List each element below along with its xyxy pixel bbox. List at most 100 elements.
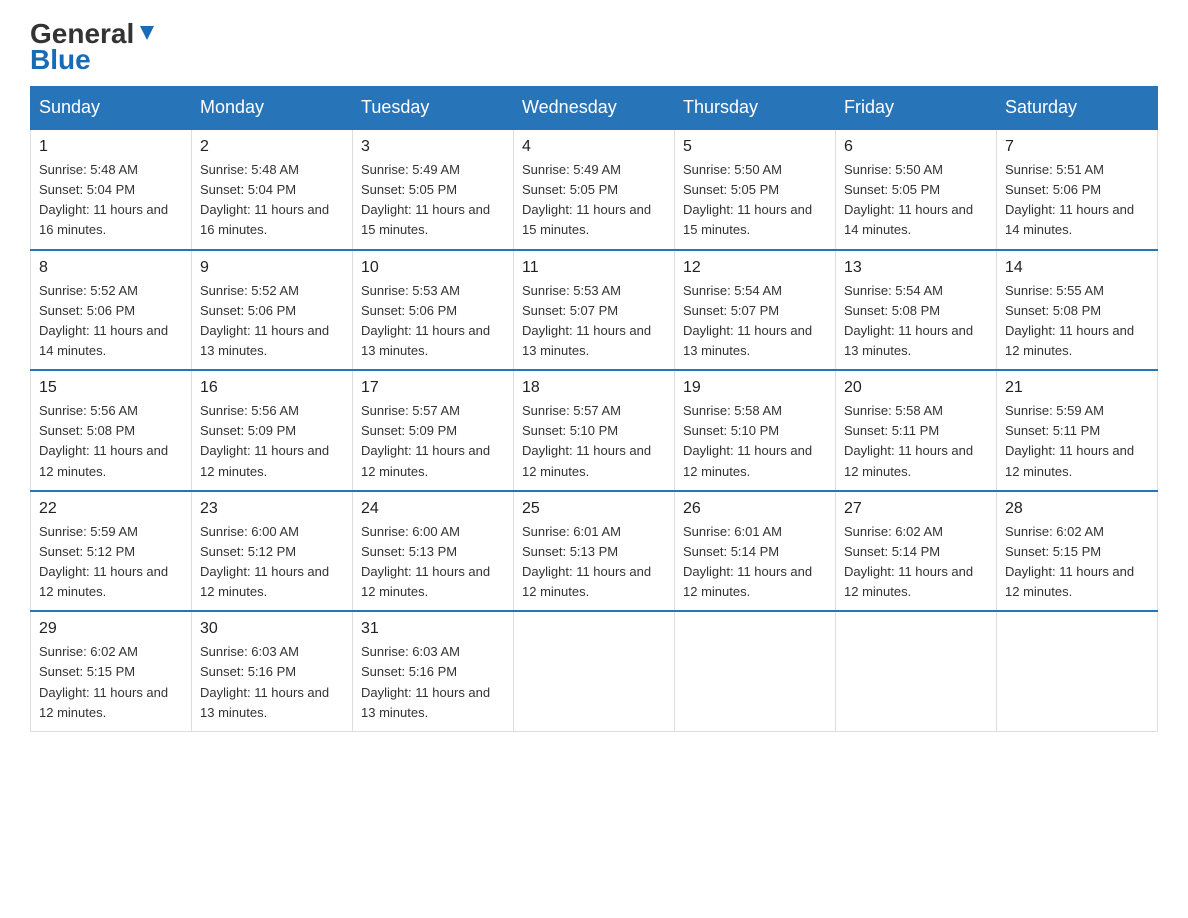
day-cell: 18 Sunrise: 5:57 AM Sunset: 5:10 PM Dayl… xyxy=(514,370,675,491)
day-cell: 11 Sunrise: 5:53 AM Sunset: 5:07 PM Dayl… xyxy=(514,250,675,371)
day-number: 20 xyxy=(844,379,988,397)
day-number: 15 xyxy=(39,379,183,397)
day-cell: 13 Sunrise: 5:54 AM Sunset: 5:08 PM Dayl… xyxy=(836,250,997,371)
day-cell: 4 Sunrise: 5:49 AM Sunset: 5:05 PM Dayli… xyxy=(514,129,675,250)
day-cell: 1 Sunrise: 5:48 AM Sunset: 5:04 PM Dayli… xyxy=(31,129,192,250)
day-cell: 19 Sunrise: 5:58 AM Sunset: 5:10 PM Dayl… xyxy=(675,370,836,491)
day-info: Sunrise: 5:49 AM Sunset: 5:05 PM Dayligh… xyxy=(361,160,505,241)
day-cell: 10 Sunrise: 5:53 AM Sunset: 5:06 PM Dayl… xyxy=(353,250,514,371)
day-cell: 5 Sunrise: 5:50 AM Sunset: 5:05 PM Dayli… xyxy=(675,129,836,250)
day-info: Sunrise: 6:01 AM Sunset: 5:14 PM Dayligh… xyxy=(683,522,827,603)
day-info: Sunrise: 5:56 AM Sunset: 5:09 PM Dayligh… xyxy=(200,401,344,482)
day-cell: 17 Sunrise: 5:57 AM Sunset: 5:09 PM Dayl… xyxy=(353,370,514,491)
day-cell xyxy=(514,611,675,731)
day-cell: 3 Sunrise: 5:49 AM Sunset: 5:05 PM Dayli… xyxy=(353,129,514,250)
page-header: General Blue xyxy=(30,20,1158,76)
day-cell xyxy=(836,611,997,731)
day-info: Sunrise: 5:51 AM Sunset: 5:06 PM Dayligh… xyxy=(1005,160,1149,241)
day-number: 13 xyxy=(844,259,988,277)
day-info: Sunrise: 5:48 AM Sunset: 5:04 PM Dayligh… xyxy=(200,160,344,241)
day-number: 26 xyxy=(683,500,827,518)
day-info: Sunrise: 5:50 AM Sunset: 5:05 PM Dayligh… xyxy=(844,160,988,241)
header-thursday: Thursday xyxy=(675,87,836,130)
day-cell: 8 Sunrise: 5:52 AM Sunset: 5:06 PM Dayli… xyxy=(31,250,192,371)
day-number: 11 xyxy=(522,259,666,277)
day-number: 12 xyxy=(683,259,827,277)
day-number: 7 xyxy=(1005,138,1149,156)
day-cell: 28 Sunrise: 6:02 AM Sunset: 5:15 PM Dayl… xyxy=(997,491,1158,612)
logo-blue: Blue xyxy=(30,44,91,76)
day-info: Sunrise: 5:57 AM Sunset: 5:09 PM Dayligh… xyxy=(361,401,505,482)
day-number: 23 xyxy=(200,500,344,518)
day-number: 3 xyxy=(361,138,505,156)
day-number: 31 xyxy=(361,620,505,638)
day-number: 18 xyxy=(522,379,666,397)
header-row: SundayMondayTuesdayWednesdayThursdayFrid… xyxy=(31,87,1158,130)
day-info: Sunrise: 5:59 AM Sunset: 5:12 PM Dayligh… xyxy=(39,522,183,603)
logo: General Blue xyxy=(30,20,158,76)
week-row-5: 29 Sunrise: 6:02 AM Sunset: 5:15 PM Dayl… xyxy=(31,611,1158,731)
day-number: 8 xyxy=(39,259,183,277)
day-number: 30 xyxy=(200,620,344,638)
day-cell: 25 Sunrise: 6:01 AM Sunset: 5:13 PM Dayl… xyxy=(514,491,675,612)
header-monday: Monday xyxy=(192,87,353,130)
day-info: Sunrise: 5:59 AM Sunset: 5:11 PM Dayligh… xyxy=(1005,401,1149,482)
day-number: 2 xyxy=(200,138,344,156)
day-info: Sunrise: 5:55 AM Sunset: 5:08 PM Dayligh… xyxy=(1005,281,1149,362)
day-info: Sunrise: 5:57 AM Sunset: 5:10 PM Dayligh… xyxy=(522,401,666,482)
day-number: 25 xyxy=(522,500,666,518)
day-number: 17 xyxy=(361,379,505,397)
day-number: 9 xyxy=(200,259,344,277)
day-info: Sunrise: 5:53 AM Sunset: 5:06 PM Dayligh… xyxy=(361,281,505,362)
day-number: 16 xyxy=(200,379,344,397)
day-number: 22 xyxy=(39,500,183,518)
day-number: 6 xyxy=(844,138,988,156)
day-number: 14 xyxy=(1005,259,1149,277)
day-number: 27 xyxy=(844,500,988,518)
day-info: Sunrise: 6:03 AM Sunset: 5:16 PM Dayligh… xyxy=(361,642,505,723)
day-info: Sunrise: 6:02 AM Sunset: 5:15 PM Dayligh… xyxy=(1005,522,1149,603)
day-cell: 22 Sunrise: 5:59 AM Sunset: 5:12 PM Dayl… xyxy=(31,491,192,612)
calendar-table: SundayMondayTuesdayWednesdayThursdayFrid… xyxy=(30,86,1158,732)
day-info: Sunrise: 5:50 AM Sunset: 5:05 PM Dayligh… xyxy=(683,160,827,241)
day-cell: 21 Sunrise: 5:59 AM Sunset: 5:11 PM Dayl… xyxy=(997,370,1158,491)
day-cell: 12 Sunrise: 5:54 AM Sunset: 5:07 PM Dayl… xyxy=(675,250,836,371)
day-cell: 27 Sunrise: 6:02 AM Sunset: 5:14 PM Dayl… xyxy=(836,491,997,612)
day-cell: 2 Sunrise: 5:48 AM Sunset: 5:04 PM Dayli… xyxy=(192,129,353,250)
day-cell: 20 Sunrise: 5:58 AM Sunset: 5:11 PM Dayl… xyxy=(836,370,997,491)
day-cell: 30 Sunrise: 6:03 AM Sunset: 5:16 PM Dayl… xyxy=(192,611,353,731)
day-info: Sunrise: 5:48 AM Sunset: 5:04 PM Dayligh… xyxy=(39,160,183,241)
day-cell: 7 Sunrise: 5:51 AM Sunset: 5:06 PM Dayli… xyxy=(997,129,1158,250)
week-row-1: 1 Sunrise: 5:48 AM Sunset: 5:04 PM Dayli… xyxy=(31,129,1158,250)
day-info: Sunrise: 5:52 AM Sunset: 5:06 PM Dayligh… xyxy=(200,281,344,362)
day-info: Sunrise: 5:52 AM Sunset: 5:06 PM Dayligh… xyxy=(39,281,183,362)
day-info: Sunrise: 5:54 AM Sunset: 5:08 PM Dayligh… xyxy=(844,281,988,362)
day-cell xyxy=(675,611,836,731)
day-info: Sunrise: 6:00 AM Sunset: 5:12 PM Dayligh… xyxy=(200,522,344,603)
day-number: 5 xyxy=(683,138,827,156)
day-info: Sunrise: 5:49 AM Sunset: 5:05 PM Dayligh… xyxy=(522,160,666,241)
header-wednesday: Wednesday xyxy=(514,87,675,130)
day-cell: 29 Sunrise: 6:02 AM Sunset: 5:15 PM Dayl… xyxy=(31,611,192,731)
day-number: 19 xyxy=(683,379,827,397)
header-sunday: Sunday xyxy=(31,87,192,130)
day-number: 29 xyxy=(39,620,183,638)
day-cell: 31 Sunrise: 6:03 AM Sunset: 5:16 PM Dayl… xyxy=(353,611,514,731)
day-info: Sunrise: 5:53 AM Sunset: 5:07 PM Dayligh… xyxy=(522,281,666,362)
day-info: Sunrise: 6:03 AM Sunset: 5:16 PM Dayligh… xyxy=(200,642,344,723)
day-cell xyxy=(997,611,1158,731)
day-cell: 9 Sunrise: 5:52 AM Sunset: 5:06 PM Dayli… xyxy=(192,250,353,371)
header-saturday: Saturday xyxy=(997,87,1158,130)
day-number: 1 xyxy=(39,138,183,156)
header-tuesday: Tuesday xyxy=(353,87,514,130)
week-row-2: 8 Sunrise: 5:52 AM Sunset: 5:06 PM Dayli… xyxy=(31,250,1158,371)
day-cell: 14 Sunrise: 5:55 AM Sunset: 5:08 PM Dayl… xyxy=(997,250,1158,371)
week-row-4: 22 Sunrise: 5:59 AM Sunset: 5:12 PM Dayl… xyxy=(31,491,1158,612)
day-cell: 6 Sunrise: 5:50 AM Sunset: 5:05 PM Dayli… xyxy=(836,129,997,250)
day-info: Sunrise: 6:01 AM Sunset: 5:13 PM Dayligh… xyxy=(522,522,666,603)
day-info: Sunrise: 5:58 AM Sunset: 5:10 PM Dayligh… xyxy=(683,401,827,482)
day-number: 10 xyxy=(361,259,505,277)
calendar-body: 1 Sunrise: 5:48 AM Sunset: 5:04 PM Dayli… xyxy=(31,129,1158,731)
day-cell: 16 Sunrise: 5:56 AM Sunset: 5:09 PM Dayl… xyxy=(192,370,353,491)
week-row-3: 15 Sunrise: 5:56 AM Sunset: 5:08 PM Dayl… xyxy=(31,370,1158,491)
